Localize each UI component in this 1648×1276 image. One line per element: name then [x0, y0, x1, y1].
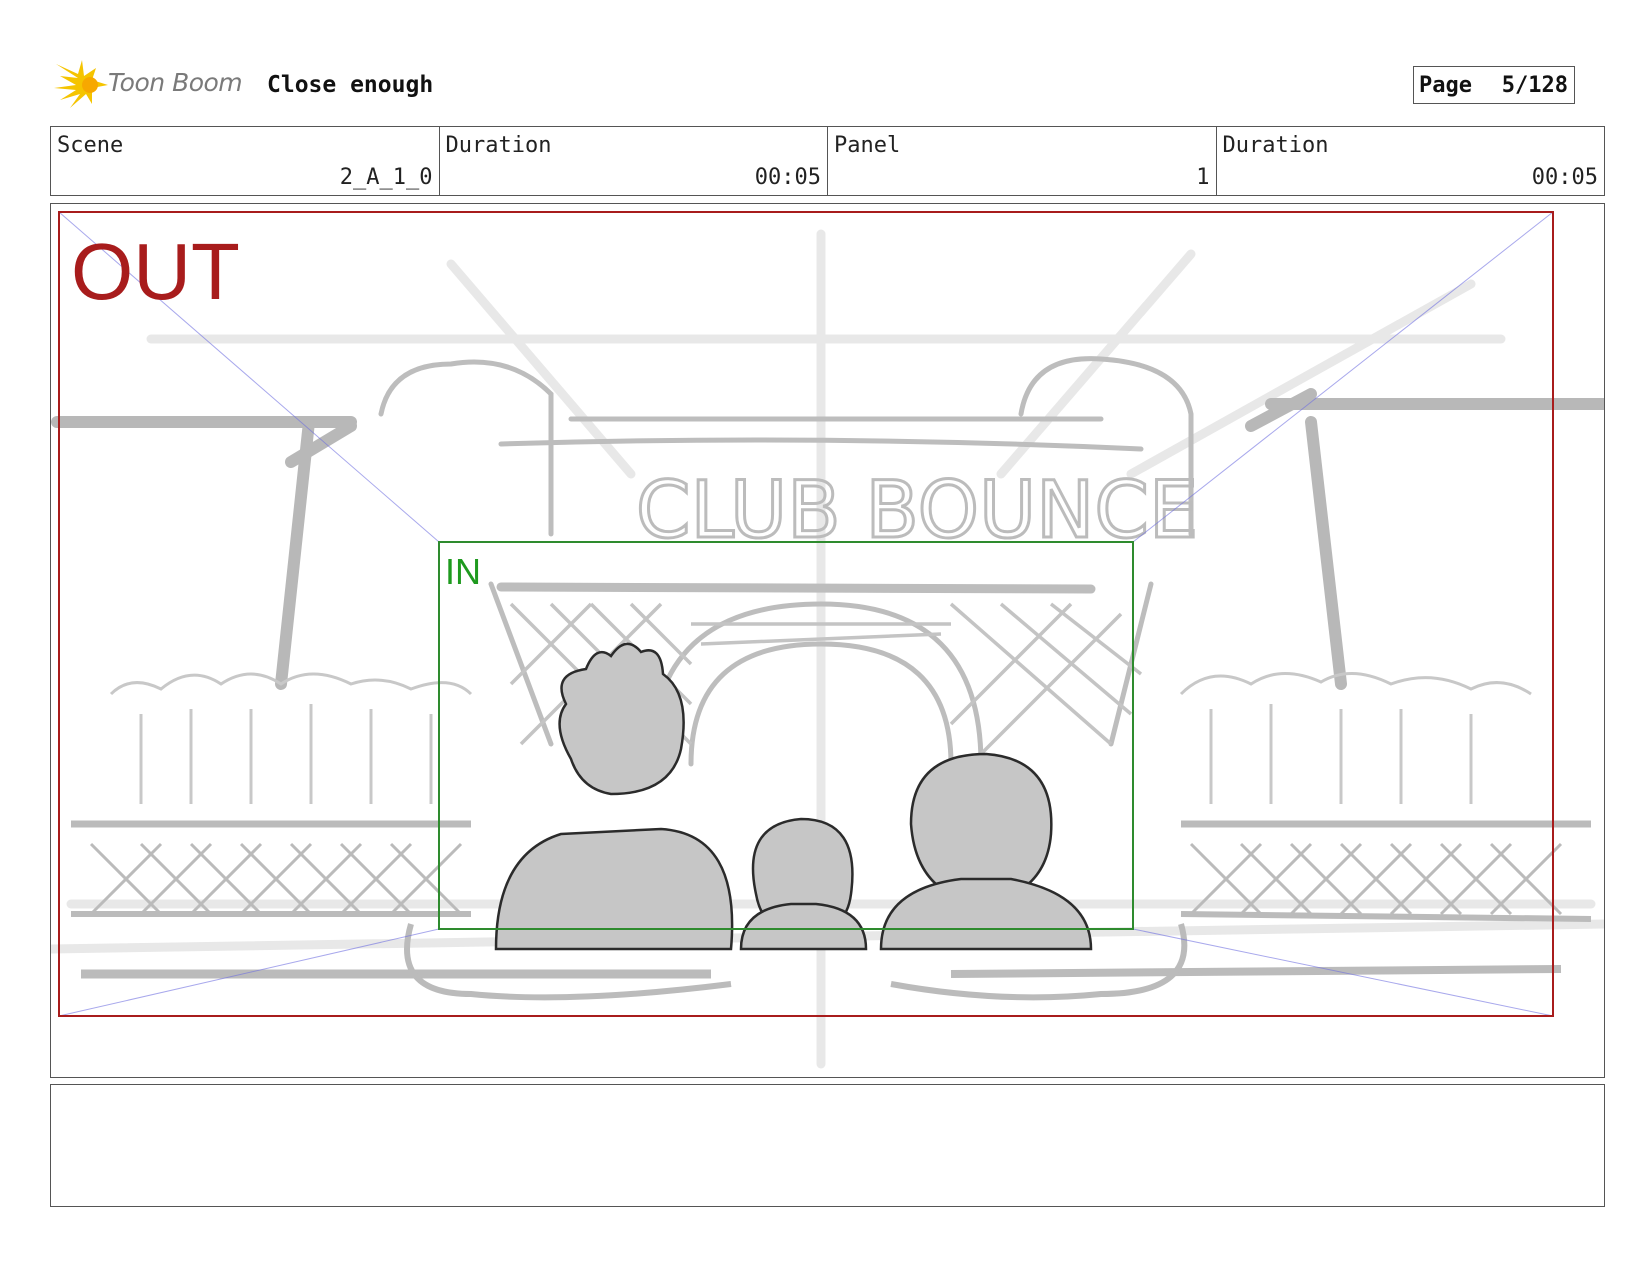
scene-info-bar: Scene 2_A_1_0 Duration 00:05 Panel 1 Dur… — [50, 126, 1605, 196]
panel-label: Panel — [834, 133, 901, 158]
panel-drawing: CLUB BOUNCE OUT IN — [51, 211, 1604, 1069]
scene-cell: Scene 2_A_1_0 — [51, 127, 440, 195]
toon-boom-logo: Toon Boom — [52, 58, 252, 112]
logo-wordmark: Toon Boom — [108, 68, 243, 97]
scene-label: Scene — [57, 133, 124, 158]
panel-duration-label: Duration — [1222, 133, 1329, 158]
project-title: Close enough — [267, 72, 434, 98]
panel-notes-box[interactable] — [50, 1084, 1605, 1207]
page-number: 5/128 — [1501, 73, 1568, 98]
bouncy-castle — [378, 356, 1194, 767]
character-right — [879, 752, 1093, 951]
page-label: Page — [1419, 73, 1472, 98]
scene-duration-cell: Duration 00:05 — [440, 127, 828, 195]
characters — [494, 642, 1093, 951]
out-label: OUT — [71, 227, 240, 316]
storyboard-header: Toon Boom Close enough Page 5/128 — [52, 58, 1612, 108]
scene-duration-label: Duration — [445, 133, 552, 158]
scene-value: 2_A_1_0 — [339, 165, 433, 190]
storyboard-panel: CLUB BOUNCE OUT IN — [50, 203, 1605, 1078]
scene-duration-value: 00:05 — [754, 165, 821, 190]
panel-value: 1 — [1196, 165, 1210, 190]
panel-cell: Panel 1 — [828, 127, 1217, 195]
page-indicator: Page 5/128 — [1413, 66, 1575, 104]
panel-duration-value: 00:05 — [1531, 165, 1598, 190]
in-label: IN — [445, 551, 481, 592]
spark-icon — [54, 60, 108, 108]
panel-duration-cell: Duration 00:05 — [1217, 127, 1605, 195]
